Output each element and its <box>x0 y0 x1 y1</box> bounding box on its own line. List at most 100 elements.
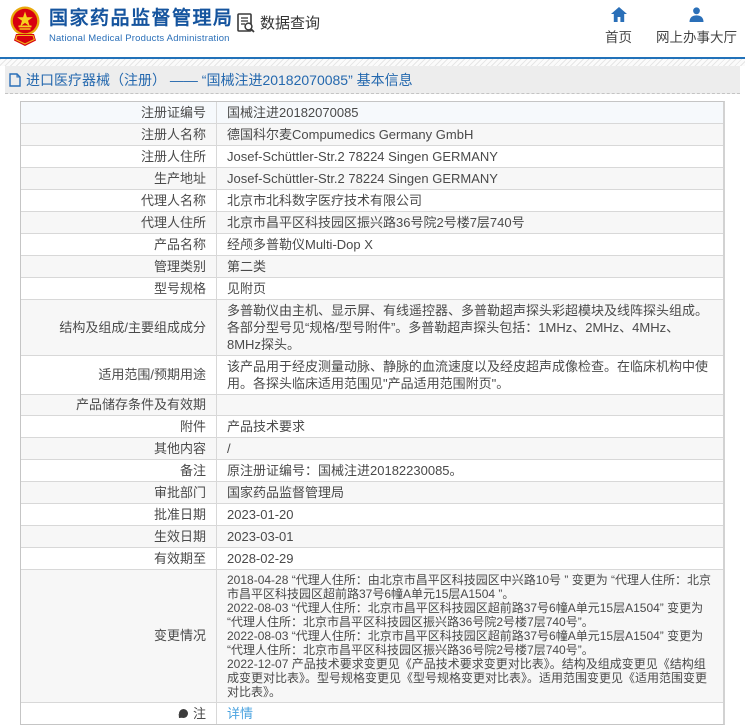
row-label-text: 注 <box>193 706 206 722</box>
table-row: 审批部门国家药品监督管理局 <box>21 482 723 504</box>
row-label-text: 注册人住所 <box>141 149 206 165</box>
home-icon <box>611 7 627 22</box>
hatch-strip <box>0 59 745 66</box>
table-row: 管理类别第二类 <box>21 256 723 278</box>
row-label-text: 附件 <box>180 419 206 435</box>
row-value: / <box>217 438 723 459</box>
row-label: 型号规格 <box>21 278 217 299</box>
table-row: 结构及组成/主要组成成分多普勒仪由主机、显示屏、有线遥控器、多普勒超声探头彩超模… <box>21 300 723 356</box>
row-label: 附件 <box>21 416 217 437</box>
row-value: 北京市北科数字医疗技术有限公司 <box>217 190 723 211</box>
table-row: 生产地址 Josef-Schüttler-Str.2 78224 Singen G… <box>21 168 723 190</box>
row-label-text: 结构及组成/主要组成成分 <box>59 320 206 336</box>
row-label-text: 生产地址 <box>154 171 206 187</box>
table-row: 其他内容 / <box>21 438 723 460</box>
table-row: 备注原注册证编号：国械注进20182230085。 <box>21 460 723 482</box>
row-label: 产品名称 <box>21 234 217 255</box>
user-icon <box>689 7 704 22</box>
table-row: 注册证编号国械注进20182070085 <box>21 102 723 124</box>
row-label: 注册人名称 <box>21 124 217 145</box>
table-row: 生效日期 2023-03-01 <box>21 526 723 548</box>
row-label-text: 生效日期 <box>154 529 206 545</box>
row-label: 适用范围/预期用途 <box>21 356 217 394</box>
breadcrumb: 进口医疗器械（注册） —— “国械注进20182070085” 基本信息 <box>5 66 740 94</box>
table-row: 产品储存条件及有效期 <box>21 395 723 416</box>
national-emblem-icon <box>10 6 40 46</box>
agency-name-en: National Medical Products Administration <box>49 33 234 44</box>
row-label-text: 适用范围/预期用途 <box>98 367 206 383</box>
row-value: 2018-04-28 “代理人住所：由北京市昌平区科技园区中兴路10号 ” 变更… <box>217 570 723 702</box>
row-label-text: 备注 <box>180 463 206 479</box>
row-label-text: 型号规格 <box>154 281 206 297</box>
document-icon <box>9 73 21 87</box>
table-row: 附件产品技术要求 <box>21 416 723 438</box>
row-label-text: 注册证编号 <box>141 105 206 121</box>
row-label: 其他内容 <box>21 438 217 459</box>
row-label: 管理类别 <box>21 256 217 277</box>
table-row: 变更情况2018-04-28 “代理人住所：由北京市昌平区科技园区中兴路10号 … <box>21 570 723 703</box>
row-label: 审批部门 <box>21 482 217 503</box>
row-label-text: 有效期至 <box>154 551 206 567</box>
row-label: 注册人住所 <box>21 146 217 167</box>
row-value: 国家药品监督管理局 <box>217 482 723 503</box>
row-label-text: 其他内容 <box>154 441 206 457</box>
row-value: Josef-Schüttler-Str.2 78224 Singen GERMA… <box>217 146 723 167</box>
nav-home[interactable]: 首页 <box>605 7 632 46</box>
row-label: 备注 <box>21 460 217 481</box>
table-row: 代理人住所北京市昌平区科技园区振兴路36号院2号楼7层740号 <box>21 212 723 234</box>
page-title: 进口医疗器械（注册） —— “国械注进20182070085” 基本信息 <box>26 70 413 90</box>
table-row: 适用范围/预期用途该产品用于经皮测量动脉、静脉的血流速度以及经皮超声成像检查。在… <box>21 356 723 395</box>
row-label: 注册证编号 <box>21 102 217 123</box>
row-value: 德国科尔麦Compumedics Germany GmbH <box>217 124 723 145</box>
table-row: 注 详情 <box>21 703 723 724</box>
row-label: 有效期至 <box>21 548 217 569</box>
row-label-text: 审批部门 <box>154 485 206 501</box>
row-value: 2028-02-29 <box>217 548 723 569</box>
nav-online-hall-label: 网上办事大厅 <box>656 26 737 46</box>
row-label: 产品储存条件及有效期 <box>21 395 217 415</box>
agency-title: 国家药品监督管理局 National Medical Products Admi… <box>49 8 234 44</box>
nav-data-query-label: 数据查询 <box>260 12 320 33</box>
nav-home-label: 首页 <box>605 26 632 46</box>
row-label: 批准日期 <box>21 504 217 525</box>
row-value: Josef-Schüttler-Str.2 78224 Singen GERMA… <box>217 168 723 189</box>
row-label: 生产地址 <box>21 168 217 189</box>
row-value: 产品技术要求 <box>217 416 723 437</box>
row-value: 该产品用于经皮测量动脉、静脉的血流速度以及经皮超声成像检查。在临床机构中使用。各… <box>217 356 723 394</box>
row-value: 2023-03-01 <box>217 526 723 547</box>
row-value: 第二类 <box>217 256 723 277</box>
row-label-text: 批准日期 <box>154 507 206 523</box>
row-label: 注 <box>21 703 217 724</box>
nav-data-query[interactable]: 数据查询 <box>237 12 320 33</box>
header-nav: 首页 网上办事大厅 <box>605 7 737 46</box>
note-pin-icon <box>179 709 188 718</box>
row-label: 生效日期 <box>21 526 217 547</box>
row-label-text: 产品储存条件及有效期 <box>76 397 206 413</box>
table-row: 批准日期 2023-01-20 <box>21 504 723 526</box>
row-label: 变更情况 <box>21 570 217 702</box>
nav-online-hall[interactable]: 网上办事大厅 <box>656 7 737 46</box>
agency-logo: 国家药品监督管理局 National Medical Products Admi… <box>10 6 234 46</box>
row-value: 2023-01-20 <box>217 504 723 525</box>
table-row: 代理人名称北京市北科数字医疗技术有限公司 <box>21 190 723 212</box>
row-value: 北京市昌平区科技园区振兴路36号院2号楼7层740号 <box>217 212 723 233</box>
data-query-icon <box>237 13 255 33</box>
row-value: 多普勒仪由主机、显示屏、有线遥控器、多普勒超声探头彩超模块及线阵探头组成。各部分… <box>217 300 723 355</box>
row-value: 见附页 <box>217 278 723 299</box>
row-value: 经颅多普勒仪Multi-Dop X <box>217 234 723 255</box>
row-label: 代理人住所 <box>21 212 217 233</box>
table-row: 注册人名称德国科尔麦Compumedics Germany GmbH <box>21 124 723 146</box>
table-row: 型号规格见附页 <box>21 278 723 300</box>
row-label-text: 代理人住所 <box>141 215 206 231</box>
row-value <box>217 395 723 415</box>
site-header: 国家药品监督管理局 National Medical Products Admi… <box>0 0 745 57</box>
row-label: 结构及组成/主要组成成分 <box>21 300 217 355</box>
detail-link[interactable]: 详情 <box>227 705 253 722</box>
row-value: 原注册证编号：国械注进20182230085。 <box>217 460 723 481</box>
row-label-text: 代理人名称 <box>141 193 206 209</box>
table-row: 有效期至 2028-02-29 <box>21 548 723 570</box>
change-history-text: 2018-04-28 “代理人住所：由北京市昌平区科技园区中兴路10号 ” 变更… <box>227 573 713 699</box>
agency-name-zh: 国家药品监督管理局 <box>49 8 234 30</box>
row-label-text: 管理类别 <box>154 259 206 275</box>
row-label-text: 产品名称 <box>154 237 206 253</box>
